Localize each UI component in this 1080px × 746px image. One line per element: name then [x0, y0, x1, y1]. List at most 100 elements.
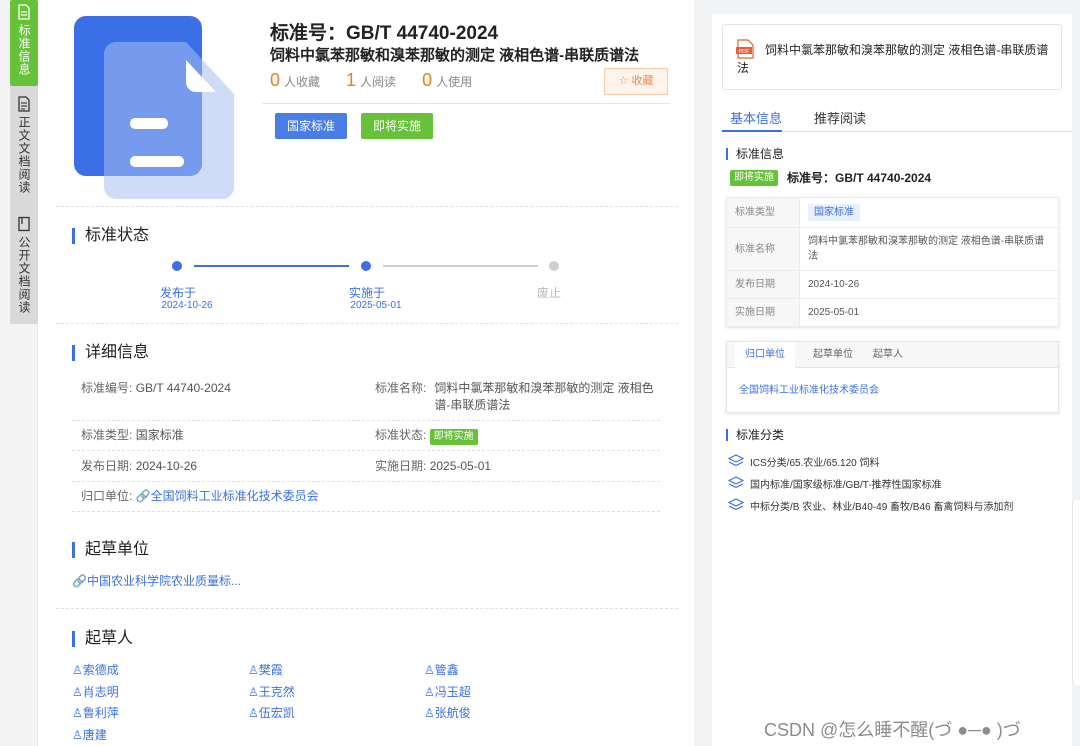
step-label-abolished: 废止 [536, 286, 561, 300]
collect-count: 0 [270, 70, 281, 90]
unit-tab-responsible[interactable]: 归口单位 [735, 342, 795, 368]
detail-unit: 归口单位: 🔗全国饲料工业标准化技术委员会 [81, 489, 319, 503]
table-row: 标准名称 饲料中氯苯那敏和溴苯那敏的测定 液相色谱-串联质谱法 [726, 227, 1059, 271]
read-label: 人阅读 [360, 75, 397, 89]
side-tab-public-doc[interactable]: 公开文档阅读 [10, 216, 38, 326]
detail-std-status: 标准状态: 即将实施 [375, 427, 478, 445]
unit-link[interactable]: 🔗全国饲料工业标准化技术委员会 [136, 489, 319, 503]
side-tab-label: 公开文档阅读 [17, 236, 31, 314]
document-text-icon [18, 96, 30, 112]
right-panel: PDF 饲料中氯苯那敏和溴苯那敏的测定 液相色谱-串联质谱法 基本信息 推荐阅读… [712, 14, 1072, 746]
unit-tab-drafters[interactable]: 起草人 [863, 342, 913, 368]
detail-std-name: 标准名称: 饲料中氯苯那敏和溴苯那敏的测定 液相色谱-串联质谱法 [375, 381, 654, 412]
divider [72, 511, 660, 512]
status-section-title: 标准状态 [72, 228, 149, 244]
step-date-published: 2024-10-26 [161, 300, 213, 311]
detail-pub-date: 发布日期: 2024-10-26 [81, 459, 198, 473]
tab-recommend[interactable]: 推荐阅读 [814, 108, 866, 127]
stats-row: 0 人收藏 1 人阅读 0 人使用 [270, 70, 498, 91]
book-icon [18, 216, 30, 232]
side-tab-standard-info[interactable]: 标准信息 [10, 0, 38, 86]
use-label: 人使用 [436, 75, 473, 89]
pdf-card[interactable]: PDF 饲料中氯苯那敏和溴苯那敏的测定 液相色谱-串联质谱法 [722, 24, 1062, 90]
status-dot-published [172, 261, 182, 271]
person-icon: ♙ [424, 663, 435, 677]
drafting-unit-title: 起草单位 [72, 542, 149, 558]
link-icon: 🔗 [72, 574, 87, 588]
collect-button[interactable]: ☆ 收藏 [604, 68, 668, 95]
status-line-pending [383, 265, 538, 267]
divider [72, 420, 660, 421]
layers-icon [728, 476, 744, 489]
upcoming-status-tag[interactable]: 即将实施 [361, 113, 434, 139]
drafter-link[interactable]: ♙索德成 [72, 661, 119, 678]
unit-tab-bar: 归口单位 起草单位 起草人 [727, 342, 1058, 368]
side-tab-label: 标准信息 [17, 24, 31, 76]
info-section-title: 标准信息 [726, 148, 784, 160]
info-table: 标准类型 国家标准 标准名称 饲料中氯苯那敏和溴苯那敏的测定 液相色谱-串联质谱法 … [726, 197, 1059, 327]
person-icon: ♙ [72, 685, 83, 699]
link-icon: 🔗 [135, 489, 151, 503]
person-icon: ♙ [72, 728, 83, 742]
drafter-link[interactable]: ♙王克然 [248, 683, 295, 700]
standard-document-icon [74, 16, 236, 205]
detail-std-type: 标准类型: 国家标准 [81, 428, 184, 442]
standard-number-title: 标准号：GB/T 44740-2024 [270, 23, 499, 44]
status-tag: 即将实施 [730, 169, 778, 186]
side-tab-full-text[interactable]: 正文文档阅读 [10, 96, 38, 206]
person-icon: ♙ [248, 663, 259, 677]
unit-tab-drafting-unit[interactable]: 起草单位 [803, 342, 863, 368]
document-info-icon [18, 4, 30, 20]
use-count: 0 [422, 70, 433, 90]
detail-std-code: 标准编号: GB/T 44740-2024 [81, 381, 231, 395]
divider [56, 608, 678, 609]
person-icon: ♙ [248, 706, 259, 720]
table-row: 实施日期 2025-05-01 [726, 298, 1059, 327]
person-icon: ♙ [248, 685, 259, 699]
class-section-title: 标准分类 [726, 429, 784, 441]
step-label-published: 发布于 [159, 286, 196, 300]
main-panel: 标准号：GB/T 44740-2024 饲料中氯苯那敏和溴苯那敏的测定 液相色谱… [38, 0, 694, 746]
person-icon: ♙ [72, 663, 83, 677]
tab-active-indicator [722, 130, 782, 132]
divider [72, 450, 660, 451]
read-count: 1 [346, 70, 357, 90]
layers-icon [728, 498, 744, 511]
status-line-done [194, 265, 349, 267]
drafting-unit-link[interactable]: 🔗中国农业科学院农业质量标... [72, 572, 241, 589]
drafter-link[interactable]: ♙鲁利萍 [72, 704, 119, 721]
pdf-title: 饲料中氯苯那敏和溴苯那敏的测定 液相色谱-串联质谱法 [737, 43, 1049, 75]
detail-impl-date: 实施日期: 2025-05-01 [375, 459, 492, 473]
collect-label: 人收藏 [284, 75, 321, 89]
floating-side-panel[interactable] [1072, 500, 1080, 685]
drafters-title: 起草人 [72, 631, 133, 647]
info-std-no: 标准号：GB/T 44740-2024 [787, 171, 932, 185]
layers-icon [728, 454, 744, 467]
person-icon: ♙ [424, 685, 435, 699]
drafter-link[interactable]: ♙樊霞 [248, 661, 283, 678]
divider [72, 481, 660, 482]
divider [56, 206, 678, 207]
drafter-link[interactable]: ♙唐建 [72, 726, 107, 743]
unit-value-link[interactable]: 全国饲料工业标准化技术委员会 [739, 381, 879, 396]
drafter-link[interactable]: ♙张航俊 [424, 704, 471, 721]
info-header-row: 即将实施 标准号：GB/T 44740-2024 [730, 169, 931, 186]
national-standard-tag[interactable]: 国家标准 [275, 113, 348, 139]
drafter-link[interactable]: ♙肖志明 [72, 683, 119, 700]
watermark: CSDN @怎么睡不醒(づ ●─● )づ [764, 720, 1021, 740]
tab-basic-info[interactable]: 基本信息 [730, 108, 782, 127]
details-section-title: 详细信息 [72, 345, 149, 361]
status-dot-abolished [549, 261, 559, 271]
class-row[interactable]: 国内标准/国家级标准/GB/T-推荐性国家标准 [728, 476, 942, 491]
drafter-link[interactable]: ♙管鑫 [424, 661, 459, 678]
step-date-implemented: 2025-05-01 [350, 300, 402, 311]
divider [56, 323, 678, 324]
table-row: 标准类型 国家标准 [726, 197, 1059, 228]
class-row[interactable]: ICS分类/65.农业/65.120 饲料 [728, 454, 880, 469]
person-icon: ♙ [424, 706, 435, 720]
class-row[interactable]: 中标分类/B 农业、林业/B40-49 畜牧/B46 畜禽饲料与添加剂 [728, 498, 1013, 513]
person-icon: ♙ [72, 706, 83, 720]
drafter-link[interactable]: ♙冯玉超 [424, 683, 471, 700]
type-tag: 国家标准 [808, 204, 860, 221]
drafter-link[interactable]: ♙伍宏凯 [248, 704, 295, 721]
